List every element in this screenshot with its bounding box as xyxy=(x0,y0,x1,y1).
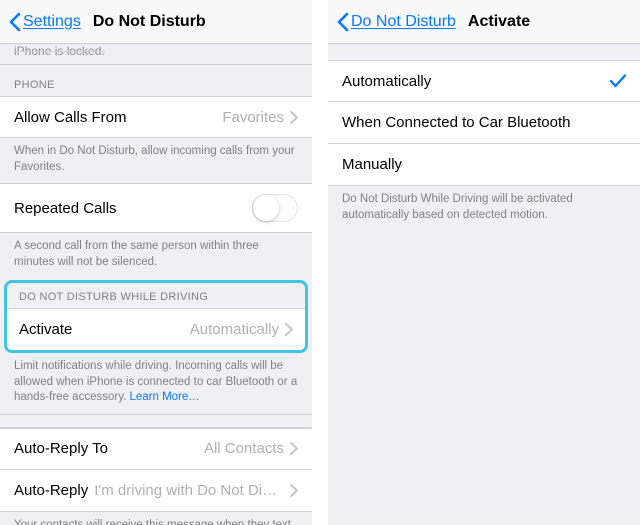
row-auto-reply-to[interactable]: Auto-Reply To All Contacts xyxy=(0,428,312,470)
chevron-right-icon xyxy=(290,111,298,124)
option-label: Automatically xyxy=(342,73,431,90)
row-value: I'm driving with Do Not Distu… xyxy=(88,482,284,499)
section-header-phone: PHONE xyxy=(0,65,312,96)
content-scroll: iPhone is locked. PHONE Allow Calls From… xyxy=(0,44,312,525)
chevron-right-icon xyxy=(285,323,293,336)
back-to-settings[interactable]: Settings xyxy=(8,12,81,32)
chevron-left-icon xyxy=(8,12,21,32)
section-header-driving: DO NOT DISTURB WHILE DRIVING xyxy=(7,283,305,308)
settings-pane-activate: Do Not Disturb Activate Automatically Wh… xyxy=(328,0,640,525)
row-allow-calls-from[interactable]: Allow Calls From Favorites xyxy=(0,96,312,138)
content-scroll: Automatically When Connected to Car Blue… xyxy=(328,44,640,525)
highlight-driving-section: DO NOT DISTURB WHILE DRIVING Activate Au… xyxy=(4,280,308,353)
row-value: Automatically xyxy=(72,321,279,338)
toggle-knob xyxy=(253,195,279,221)
chevron-right-icon xyxy=(290,484,298,497)
back-label: Do Not Disturb xyxy=(351,13,456,31)
footer-activate: Do Not Disturb While Driving will be act… xyxy=(328,186,640,231)
option-manually[interactable]: Manually xyxy=(328,144,640,186)
footer-driving: Limit notifications while driving. Incom… xyxy=(0,353,312,414)
row-label: Activate xyxy=(19,321,72,338)
back-label: Settings xyxy=(23,13,81,31)
pane-divider xyxy=(312,0,328,525)
row-value: All Contacts xyxy=(108,440,284,457)
learn-more-link[interactable]: Learn More… xyxy=(129,391,199,403)
option-car-bluetooth[interactable]: When Connected to Car Bluetooth xyxy=(328,102,640,144)
row-label: Auto-Reply xyxy=(14,482,88,499)
truncated-prev-footer: iPhone is locked. xyxy=(0,44,312,65)
row-label: Allow Calls From xyxy=(14,109,127,126)
settings-pane-dnd: Settings Do Not Disturb iPhone is locked… xyxy=(0,0,312,525)
back-to-dnd[interactable]: Do Not Disturb xyxy=(336,12,456,32)
footer-auto-reply: Your contacts will receive this message … xyxy=(0,512,312,525)
toggle-repeated-calls[interactable] xyxy=(252,194,298,222)
chevron-left-icon xyxy=(336,12,349,32)
nav-title: Activate xyxy=(468,13,530,31)
row-label: Auto-Reply To xyxy=(14,440,108,457)
section-spacer xyxy=(0,414,312,428)
row-value: Favorites xyxy=(127,109,284,126)
row-auto-reply-message[interactable]: Auto-Reply I'm driving with Do Not Distu… xyxy=(0,470,312,512)
row-repeated-calls[interactable]: Repeated Calls xyxy=(0,183,312,233)
nav-bar: Do Not Disturb Activate xyxy=(328,0,640,44)
checkmark-icon xyxy=(610,74,626,88)
chevron-right-icon xyxy=(290,442,298,455)
nav-title: Do Not Disturb xyxy=(93,13,206,31)
footer-allow-calls: When in Do Not Disturb, allow incoming c… xyxy=(0,138,312,183)
nav-bar: Settings Do Not Disturb xyxy=(0,0,312,44)
row-activate[interactable]: Activate Automatically xyxy=(7,308,305,350)
option-automatically[interactable]: Automatically xyxy=(328,60,640,102)
footer-repeated: A second call from the same person withi… xyxy=(0,233,312,278)
row-label: Repeated Calls xyxy=(14,200,117,217)
option-label: Manually xyxy=(342,156,402,173)
option-label: When Connected to Car Bluetooth xyxy=(342,114,570,131)
